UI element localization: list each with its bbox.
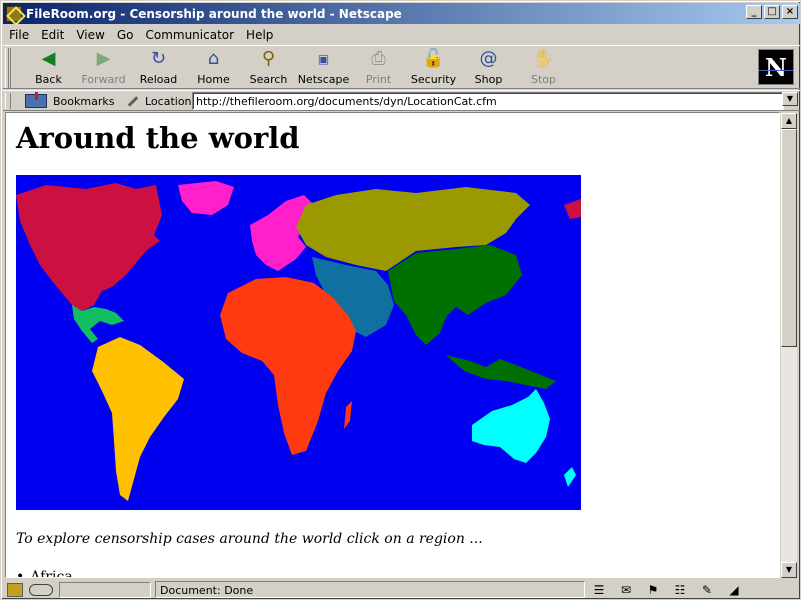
forward-label: Forward <box>81 73 126 86</box>
location-toolbar-grip[interactable] <box>5 93 11 109</box>
close-button[interactable]: × <box>782 5 798 19</box>
browser-window: FileRoom.org - Censorship around the wor… <box>0 0 801 600</box>
page-title: Around the world <box>16 121 300 155</box>
stop-button[interactable]: ✋ Stop <box>516 48 571 88</box>
menu-edit[interactable]: Edit <box>41 28 64 42</box>
bookmarks-label: Bookmarks <box>53 94 115 108</box>
menu-view[interactable]: View <box>76 28 104 42</box>
my-netscape-button[interactable]: ▣ Netscape <box>296 48 351 88</box>
title-bar: FileRoom.org - Censorship around the wor… <box>3 3 800 24</box>
stop-icon: ✋ <box>532 48 555 69</box>
security-label: Security <box>410 73 457 86</box>
newsgroups-icon[interactable]: ⚑ <box>643 583 663 597</box>
scroll-down-button[interactable]: ▼ <box>781 562 797 578</box>
my-netscape-icon: ▣ <box>317 52 330 66</box>
back-label: Back <box>35 73 62 86</box>
scroll-thumb[interactable] <box>781 129 797 347</box>
printer-icon: ⎙ <box>371 48 386 69</box>
minimize-button[interactable]: _ <box>746 5 762 19</box>
menu-file[interactable]: File <box>9 28 29 42</box>
search-button[interactable]: ⚲ Search <box>241 48 296 88</box>
netscape-throbber-logo[interactable]: N <box>758 49 794 85</box>
region-list: Africa <box>16 569 72 577</box>
url-field[interactable]: http://thefileroom.org/documents/dyn/Loc… <box>192 92 784 110</box>
url-dropdown-button[interactable]: ▼ <box>782 92 798 106</box>
progress-bar <box>59 581 151 598</box>
page-content: Around the world To explore censorship c… <box>5 112 780 578</box>
print-label: Print <box>365 73 392 86</box>
forward-arrow-icon: ▶ <box>96 48 111 69</box>
status-bar: Document: Done ☰ ✉ ⚑ ☷ ✎ ◢ <box>3 580 800 599</box>
home-button[interactable]: ⌂ Home <box>186 48 241 88</box>
menu-communicator[interactable]: Communicator <box>145 28 234 42</box>
address-book-icon[interactable]: ☷ <box>670 583 690 597</box>
shopping-bag-icon: @ <box>479 48 498 69</box>
scroll-up-button[interactable]: ▲ <box>781 113 797 129</box>
reload-label: Reload <box>139 73 178 86</box>
menu-go[interactable]: Go <box>117 28 134 42</box>
search-label: Search <box>249 73 288 86</box>
navigation-toolbar: ◀ Back ▶ Forward ↻ Reload ⌂ Home ⚲ Searc… <box>3 45 800 89</box>
security-button[interactable]: 🔓 Security <box>406 48 461 88</box>
online-plug-icon[interactable] <box>29 583 53 596</box>
padlock-icon: 🔓 <box>422 48 445 69</box>
security-lock-icon[interactable] <box>7 582 23 597</box>
location-label-group: Location: <box>125 93 195 109</box>
home-label: Home <box>197 73 230 86</box>
region-link-africa[interactable]: Africa <box>16 569 72 577</box>
toolbar-grip[interactable] <box>5 48 11 88</box>
shop-button[interactable]: @ Shop <box>461 48 516 88</box>
mail-icon[interactable]: ✉ <box>616 583 636 597</box>
shop-label: Shop <box>474 73 503 86</box>
netscape-label: Netscape <box>297 73 350 86</box>
stop-label: Stop <box>530 73 556 86</box>
bookmarks-button[interactable]: Bookmarks <box>25 92 115 109</box>
print-button[interactable]: ⎙ Print <box>351 48 406 88</box>
menu-help[interactable]: Help <box>246 28 273 42</box>
component-bar: ☰ ✉ ⚑ ☷ ✎ ◢ <box>589 581 751 598</box>
window-title: FileRoom.org - Censorship around the wor… <box>26 6 402 21</box>
reload-icon: ↻ <box>150 48 167 69</box>
navigator-icon[interactable]: ☰ <box>589 583 609 597</box>
home-icon: ⌂ <box>207 48 220 69</box>
intro-text: To explore censorship cases around the w… <box>16 531 483 547</box>
location-label: Location: <box>145 94 196 108</box>
page-proxy-icon[interactable] <box>125 94 139 108</box>
search-icon: ⚲ <box>261 48 276 69</box>
composer-icon[interactable]: ✎ <box>697 583 717 597</box>
maximize-button[interactable]: □ <box>764 5 780 19</box>
location-toolbar: Bookmarks Location: http://thefileroom.o… <box>3 90 800 111</box>
resize-grip-icon[interactable]: ◢ <box>724 583 744 597</box>
menu-bar: File Edit View Go Communicator Help <box>3 25 800 44</box>
vertical-scrollbar[interactable]: ▲ ▼ <box>781 113 797 578</box>
netscape-n-icon: N <box>765 52 787 82</box>
back-button[interactable]: ◀ Back <box>21 48 76 88</box>
status-text: Document: Done <box>155 581 585 598</box>
world-map <box>16 175 581 510</box>
forward-button[interactable]: ▶ Forward <box>76 48 131 88</box>
bookmarks-icon <box>25 92 47 108</box>
netscape-app-icon <box>6 5 22 22</box>
back-arrow-icon: ◀ <box>41 48 56 69</box>
reload-button[interactable]: ↻ Reload <box>131 48 186 88</box>
